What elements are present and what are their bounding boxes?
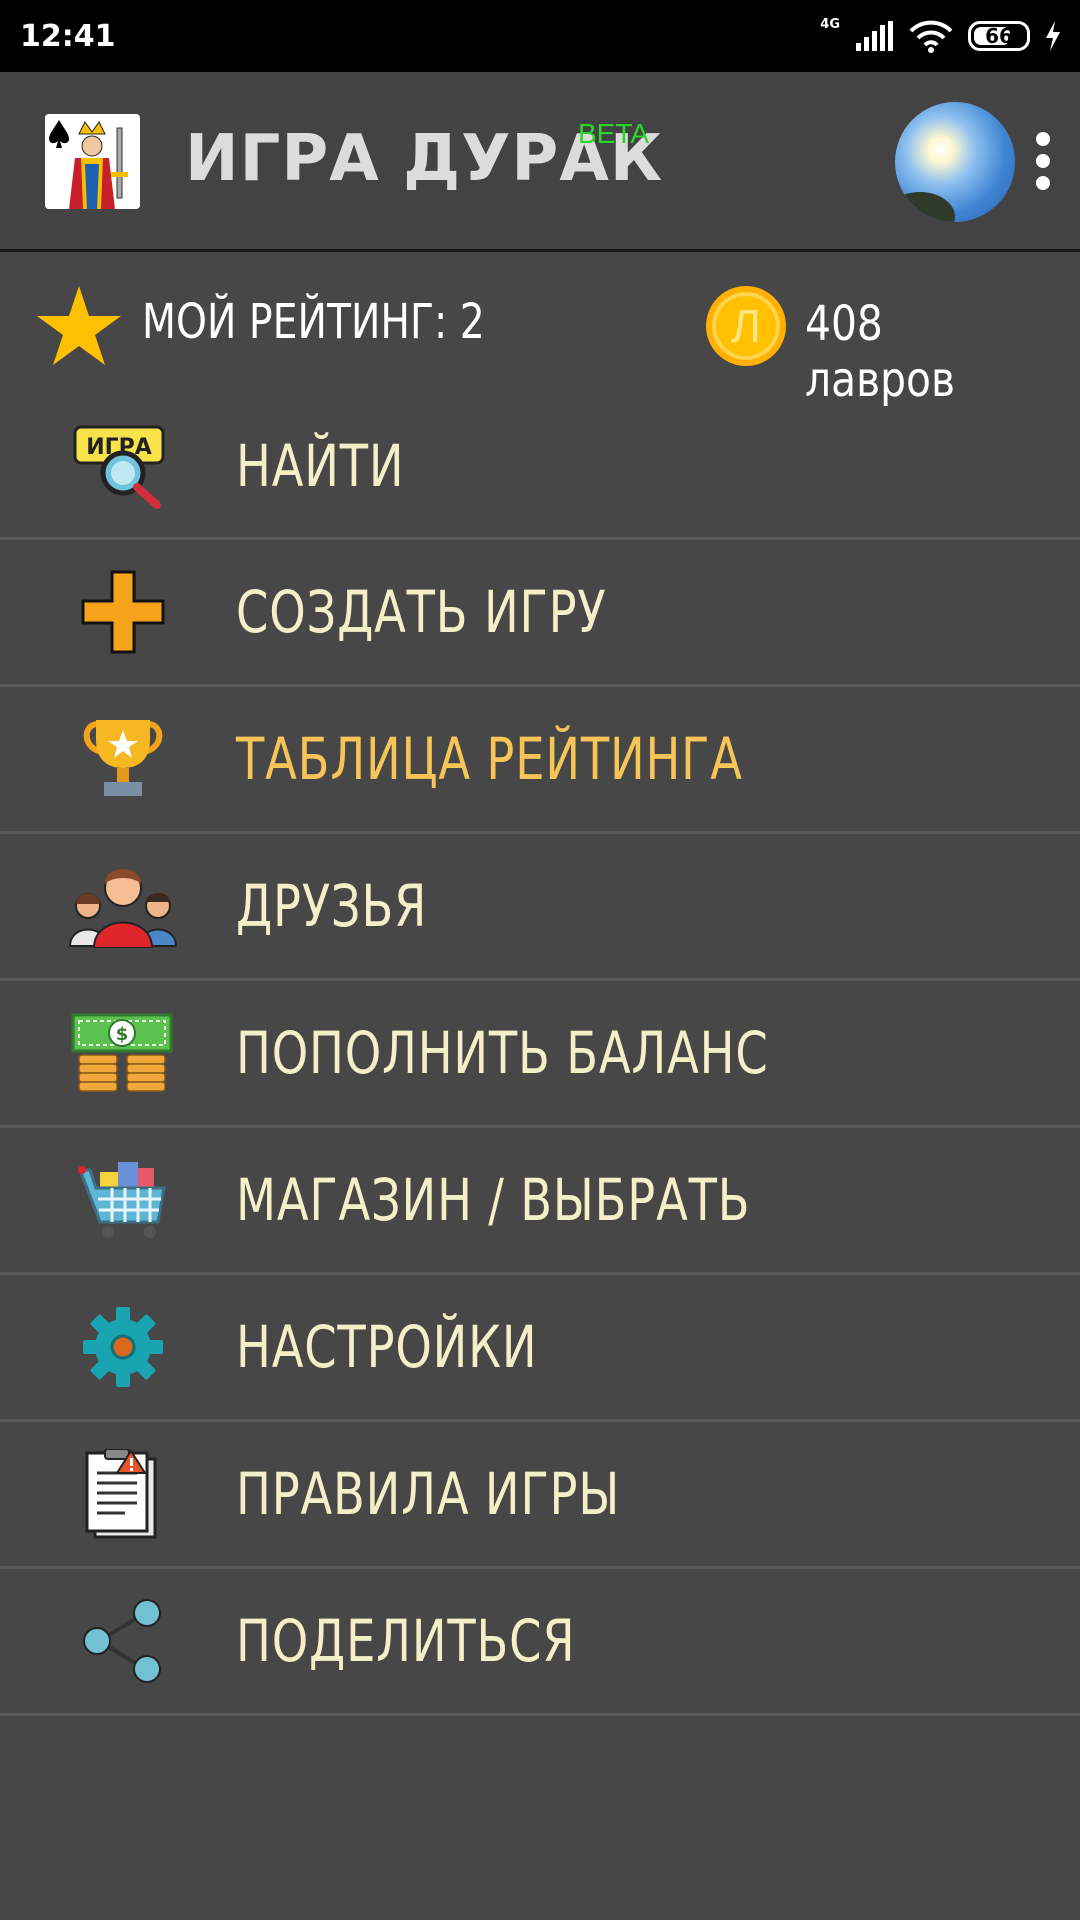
rules-clipboard-icon xyxy=(68,1444,178,1544)
battery-level: 66 xyxy=(985,24,1013,48)
friends-icon xyxy=(68,856,178,956)
menu-label: ПРАВИЛА ИГРЫ xyxy=(236,1460,621,1528)
status-time: 12:41 xyxy=(20,18,116,54)
balance-value: 408 лавров xyxy=(805,296,956,408)
menu-item-rules[interactable]: ПРАВИЛА ИГРЫ xyxy=(0,1422,1080,1569)
wifi-icon xyxy=(909,20,953,53)
star-icon xyxy=(37,286,121,365)
signal-icon xyxy=(856,21,893,51)
kebab-menu-icon[interactable] xyxy=(1030,132,1056,202)
menu-label: ТАБЛИЦА РЕЙТИНГА xyxy=(236,725,743,793)
menu-item-find[interactable]: ИГРА НАЙТИ xyxy=(0,395,1080,540)
menu-item-leaderboard[interactable]: ТАБЛИЦА РЕЙТИНГА xyxy=(0,687,1080,834)
avatar[interactable] xyxy=(895,102,1015,222)
money-icon: $ xyxy=(68,1003,178,1103)
status-icons: 4G 66 xyxy=(820,16,1062,53)
coin-symbol: Л xyxy=(730,300,762,352)
menu-label: СОЗДАТЬ ИГРУ xyxy=(236,578,607,646)
menu-label: НАЙТИ xyxy=(236,432,405,500)
menu-item-create-game[interactable]: СОЗДАТЬ ИГРУ xyxy=(0,540,1080,687)
gear-icon xyxy=(68,1297,178,1397)
svg-text:$: $ xyxy=(116,1024,129,1045)
menu-item-settings[interactable]: НАСТРОЙКИ xyxy=(0,1275,1080,1422)
menu-label: ДРУЗЬЯ xyxy=(236,872,428,940)
search-game-icon: ИГРА xyxy=(68,416,178,516)
trophy-icon xyxy=(68,709,178,809)
battery-icon: 66 xyxy=(968,21,1030,51)
menu-label: МАГАЗИН / ВЫБРАТЬ xyxy=(236,1166,751,1234)
main-menu: ИГРА НАЙТИ СОЗДАТЬ ИГРУ ТАБЛИЦА РЕЙТИНГА… xyxy=(0,395,1080,1716)
coin-icon: Л xyxy=(706,286,786,366)
stats-row: МОЙ РЕЙТИНГ: 2 Л 408 лавров xyxy=(0,270,1080,408)
menu-label: ПОДЕЛИТЬСЯ xyxy=(236,1607,576,1675)
app-header: ИГРА ДУРАК BETA xyxy=(0,72,1080,252)
beta-badge: BETA xyxy=(578,118,650,149)
menu-label: НАСТРОЙКИ xyxy=(236,1313,538,1381)
plus-icon xyxy=(68,562,178,662)
menu-item-top-up[interactable]: $ ПОПОЛНИТЬ БАЛАНС xyxy=(0,981,1080,1128)
shopping-cart-icon xyxy=(68,1150,178,1250)
king-of-spades-card-icon xyxy=(45,114,140,209)
menu-item-share[interactable]: ПОДЕЛИТЬСЯ xyxy=(0,1569,1080,1716)
status-bar: 12:41 4G 66 xyxy=(0,0,1080,72)
menu-item-shop[interactable]: МАГАЗИН / ВЫБРАТЬ xyxy=(0,1128,1080,1275)
menu-item-friends[interactable]: ДРУЗЬЯ xyxy=(0,834,1080,981)
network-type: 4G xyxy=(820,16,840,32)
charging-icon xyxy=(1046,21,1060,51)
my-rating: МОЙ РЕЙТИНГ: 2 xyxy=(142,294,485,350)
menu-label: ПОПОЛНИТЬ БАЛАНС xyxy=(236,1019,769,1087)
share-icon xyxy=(68,1591,178,1691)
